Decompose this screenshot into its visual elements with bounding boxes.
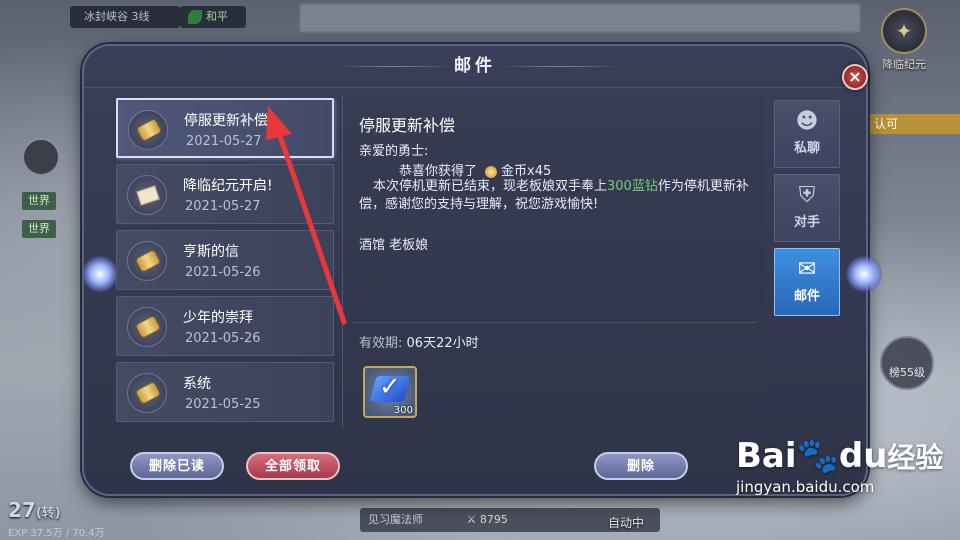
baidu-url: jingyan.baidu.com xyxy=(736,478,875,496)
tab-label: 邮件 xyxy=(793,289,820,304)
mail-subject: 少年的崇拜 xyxy=(183,310,253,326)
delete-read-label: 删除已读 xyxy=(148,459,205,474)
mail-list-item[interactable]: 少年的崇拜 2021-05-26 xyxy=(116,296,334,356)
scroll-icon xyxy=(127,307,167,347)
right-notice-chip[interactable]: 认可 xyxy=(862,114,960,134)
mail-greeting: 亲爱的勇士: xyxy=(359,144,429,159)
paw-icon: 🐾 xyxy=(796,436,839,476)
reward-prefix: 恭喜你获得了 xyxy=(399,164,478,179)
mail-list-item[interactable]: 系统 2021-05-25 xyxy=(116,362,334,422)
mail-detail-panel: 停服更新补偿 亲爱的勇士: 恭喜你获得了 金币x45 本次停机更新已结束，现老板娘… xyxy=(342,96,764,428)
pvp-mode-indicator[interactable]: 和平 xyxy=(180,6,246,28)
mail-date: 2021-05-25 xyxy=(185,397,261,412)
mail-expiry: 有效期: 06天22小时 xyxy=(359,332,479,351)
right-level-badge[interactable]: 榜55级 xyxy=(880,336,934,390)
level-number: 27 xyxy=(8,498,36,522)
chat-channel-label: 世界 xyxy=(28,194,50,207)
mail-detail-title: 停服更新补偿 xyxy=(359,116,456,135)
mail-list-item[interactable]: 亨斯的信 2021-05-26 xyxy=(116,230,334,290)
mail-icon: ✉ xyxy=(797,257,817,282)
mail-body: 本次停机更新已结束，现老板娘双手奉上300蓝钻作为停机更新补偿，感谢您的支持与理… xyxy=(359,178,759,214)
bottom-count-value: 8795 xyxy=(479,513,508,526)
chat-channel-world-2[interactable]: 世界 xyxy=(22,220,56,238)
player-avatar[interactable] xyxy=(22,138,60,176)
close-button[interactable]: × xyxy=(842,64,868,90)
claim-all-label: 全部领取 xyxy=(264,459,321,474)
mail-date: 2021-05-26 xyxy=(185,331,261,346)
claim-all-button[interactable]: 全部领取 xyxy=(246,452,340,480)
mail-subject: 系统 xyxy=(183,376,211,392)
scroll-icon xyxy=(128,110,168,150)
crest-icon: ⛨ xyxy=(798,183,816,208)
right-badge-label: 榜55级 xyxy=(889,366,925,379)
left-orb-ornament xyxy=(82,256,118,292)
delete-label: 删除 xyxy=(626,459,655,474)
gold-coin-icon xyxy=(485,165,498,178)
tab-label: 私聊 xyxy=(793,141,820,156)
brand-left: Bai xyxy=(736,436,797,476)
location-label: 冰封峡谷 3线 xyxy=(84,10,150,23)
mail-signature: 酒馆 老板娘 xyxy=(359,238,429,253)
close-icon: × xyxy=(848,67,862,86)
level-suffix: (转) xyxy=(35,506,61,521)
leaf-icon xyxy=(188,10,202,24)
scroll-icon xyxy=(127,241,167,281)
scroll-icon xyxy=(127,373,167,413)
expire-label: 有效期: xyxy=(359,336,403,351)
chat-channel-label: 世界 xyxy=(28,222,50,235)
mail-reward-line: 恭喜你获得了 金币x45 xyxy=(399,160,551,179)
emblem-icon: ✦ xyxy=(881,8,927,54)
title-ornament-left xyxy=(334,66,454,67)
detail-divider xyxy=(351,322,757,323)
mail-subject: 亨斯的信 xyxy=(183,244,239,260)
mail-date: 2021-05-27 xyxy=(186,134,262,149)
mail-subject: 停服更新补偿 xyxy=(184,113,268,129)
tab-private-chat[interactable]: ☻ 私聊 xyxy=(774,100,840,168)
title-ornament-right xyxy=(500,66,620,67)
tab-rivals[interactable]: ⛨ 对手 xyxy=(774,174,840,242)
chat-channel-world-1[interactable]: 世界 xyxy=(22,192,56,210)
mail-list-item[interactable]: 停服更新补偿 2021-05-27 xyxy=(116,98,334,158)
emblem-label: 降临纪元 xyxy=(882,58,926,71)
tab-label: 对手 xyxy=(793,215,820,230)
brand-cn: 经验 xyxy=(887,441,944,474)
location-indicator[interactable]: 冰封峡谷 3线 xyxy=(70,6,180,28)
exp-readout: EXP 37.5万 / 70.4万 xyxy=(8,528,105,539)
player-level: 27(转) xyxy=(8,498,61,522)
checkmark-icon: ✓ xyxy=(379,372,401,402)
reward-item: 金币x45 xyxy=(501,164,552,179)
brand-right: du xyxy=(838,436,888,476)
mail-date: 2021-05-26 xyxy=(185,265,261,280)
envelope-icon xyxy=(127,175,167,215)
bottom-count: ⚔ 8795 xyxy=(466,513,508,526)
body-text-before: 本次停机更新已结束，现老板娘双手奉上 xyxy=(373,179,608,194)
tab-mail[interactable]: ✉ 邮件 xyxy=(774,248,840,316)
expire-value: 06天22小时 xyxy=(406,336,479,351)
auto-status: 自动中 xyxy=(608,516,645,530)
mail-date: 2021-05-27 xyxy=(185,199,261,214)
mail-title-bar: 邮件 xyxy=(84,46,866,88)
attachment-item[interactable]: ✓ 300 xyxy=(363,366,417,418)
person-icon: ☻ xyxy=(795,109,819,134)
top-right-emblem-button[interactable]: ✦ 降临纪元 xyxy=(856,4,952,76)
delete-read-button[interactable]: 删除已读 xyxy=(130,452,224,480)
mail-subject: 降临纪元开启! xyxy=(183,178,273,194)
mail-window-title: 邮件 xyxy=(454,56,496,76)
baidu-watermark: Bai🐾du经验 jingyan.baidu.com xyxy=(736,436,946,520)
mail-list-item[interactable]: 降临纪元开启! 2021-05-27 xyxy=(116,164,334,224)
delete-button[interactable]: 删除 xyxy=(594,452,688,480)
right-orb-ornament xyxy=(846,256,882,292)
blurred-top-area xyxy=(300,4,860,32)
body-highlight: 300蓝钻 xyxy=(607,179,658,194)
bottom-player-name: 见习魔法师 xyxy=(368,513,423,526)
pvp-mode-label: 和平 xyxy=(206,10,228,23)
mail-list[interactable]: 停服更新补偿 2021-05-27 降临纪元开启! 2021-05-27 亨斯的… xyxy=(116,98,338,428)
right-notice-label: 认可 xyxy=(874,117,899,131)
baidu-logo: Bai🐾du经验 xyxy=(736,436,946,476)
mail-tabs: ☻ 私聊 ⛨ 对手 ✉ 邮件 xyxy=(774,100,840,322)
attachment-quantity: 300 xyxy=(393,405,413,416)
